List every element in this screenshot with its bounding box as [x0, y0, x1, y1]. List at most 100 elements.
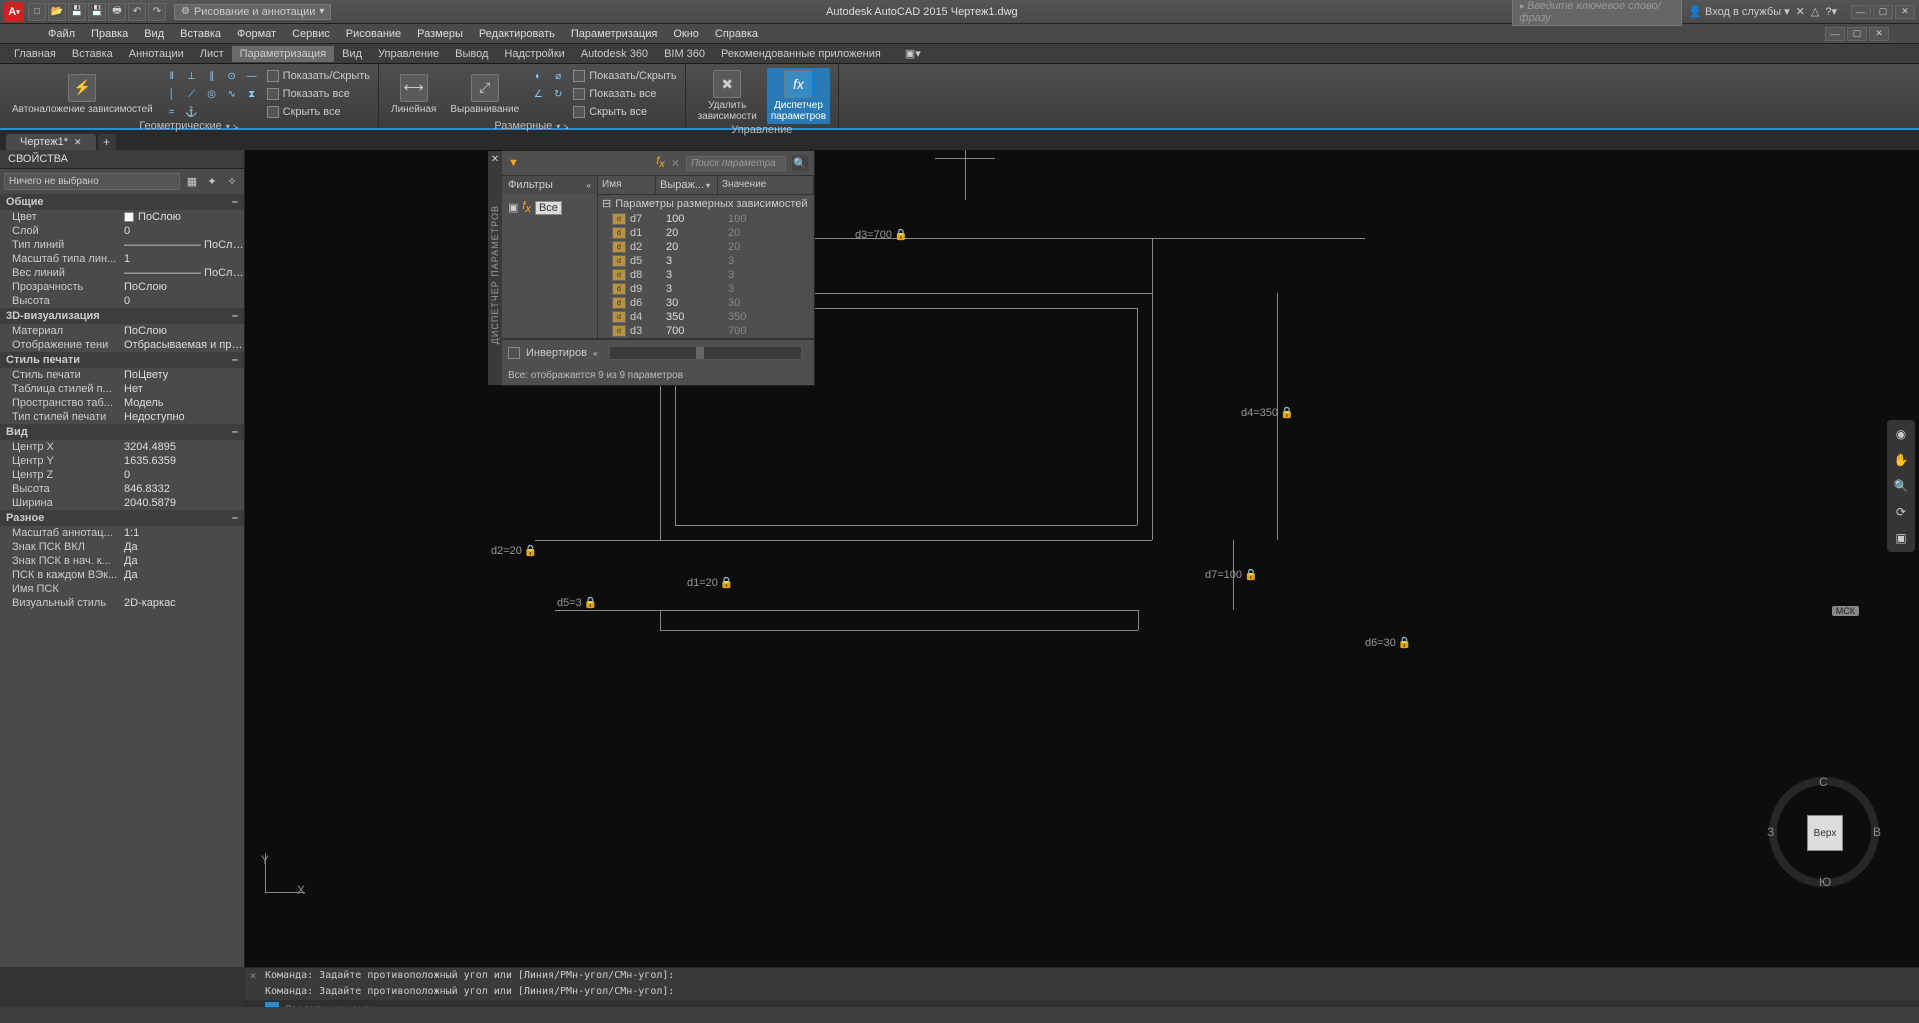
- viewcube-east[interactable]: В: [1873, 825, 1881, 839]
- ribbon-minimize-icon[interactable]: ▣▾: [897, 45, 929, 62]
- cmdline-close-icon[interactable]: ✕: [247, 970, 259, 982]
- ribbon-tab-manage[interactable]: Управление: [370, 46, 447, 62]
- props-row[interactable]: ПрозрачностьПоСлою: [0, 280, 244, 294]
- exchange-icon[interactable]: ✕: [1796, 5, 1805, 18]
- auto-constrain-button[interactable]: ⚡ Автоналожение зависимостей: [8, 68, 157, 120]
- parameters-manager-button[interactable]: fx Диспетчер параметров: [767, 68, 830, 124]
- search-icon[interactable]: 🔍: [792, 155, 808, 171]
- constraint-horizontal-icon[interactable]: —: [243, 68, 261, 84]
- nav-showmotion-icon[interactable]: ▣: [1891, 528, 1911, 548]
- props-row[interactable]: Имя ПСК: [0, 582, 244, 596]
- new-tab-button[interactable]: +: [98, 134, 116, 150]
- props-row[interactable]: Слой0: [0, 224, 244, 238]
- tree-collapse-icon[interactable]: ⊟: [602, 197, 611, 210]
- props-row[interactable]: ЦветПоСлою: [0, 210, 244, 224]
- dim-d4[interactable]: d4=350🔒: [1241, 406, 1294, 419]
- nav-orbit-icon[interactable]: ⟳: [1891, 502, 1911, 522]
- ribbon-tab-annotate[interactable]: Аннотации: [121, 46, 192, 62]
- props-value[interactable]: 2040.5879: [120, 497, 244, 509]
- qat-open-icon[interactable]: 📂: [48, 3, 66, 21]
- collapse-icon[interactable]: –: [232, 196, 238, 208]
- props-row[interactable]: Высота0: [0, 294, 244, 308]
- col-value-header[interactable]: Значение: [718, 176, 814, 194]
- props-row[interactable]: Визуальный стиль2D-каркас: [0, 596, 244, 610]
- param-expression[interactable]: 3: [666, 255, 728, 267]
- col-expr-header[interactable]: Выраж...▾: [656, 176, 718, 194]
- app-menu-button[interactable]: A▾: [4, 2, 24, 22]
- document-tab[interactable]: Чертеж1*✕: [6, 134, 96, 150]
- props-value[interactable]: [120, 583, 244, 595]
- props-value[interactable]: 0: [120, 295, 244, 307]
- props-row[interactable]: Знак ПСК ВКЛДа: [0, 540, 244, 554]
- collapse-icon[interactable]: –: [232, 426, 238, 438]
- constraint-perpendicular-icon[interactable]: ⊥: [183, 68, 201, 84]
- menu-dimension[interactable]: Размеры: [409, 26, 471, 42]
- qat-saveas-icon[interactable]: 💾: [88, 3, 106, 21]
- props-value[interactable]: 0: [120, 225, 244, 237]
- tree-expand-icon[interactable]: ▣: [508, 201, 518, 214]
- dim-d3[interactable]: d3=700🔒: [855, 228, 908, 241]
- props-value[interactable]: ПоСлою: [120, 325, 244, 337]
- param-row[interactable]: dd7100100: [598, 212, 814, 226]
- filter-all[interactable]: ▣ fx Все: [508, 198, 591, 217]
- props-value[interactable]: 0: [120, 469, 244, 481]
- props-row[interactable]: Знак ПСК в нач. к...Да: [0, 554, 244, 568]
- ribbon-tab-addins[interactable]: Надстройки: [496, 46, 572, 62]
- props-section-general[interactable]: Общие–: [0, 194, 244, 210]
- props-row[interactable]: МатериалПоСлою: [0, 324, 244, 338]
- ribbon-tab-view[interactable]: Вид: [334, 46, 370, 62]
- props-row[interactable]: Тип линий——————— ПоСлою: [0, 238, 244, 252]
- constraint-coincident-icon[interactable]: ‖: [163, 68, 181, 84]
- palette-close-icon[interactable]: ✕: [489, 153, 501, 165]
- props-row[interactable]: Вес линий——————— ПоСлою: [0, 266, 244, 280]
- fx-icon[interactable]: fx: [656, 155, 665, 170]
- qat-redo-icon[interactable]: ↷: [148, 3, 166, 21]
- param-group-dimensional[interactable]: ⊟Параметры размерных зависимостей: [598, 195, 814, 212]
- dim-radial-icon[interactable]: ◐: [529, 68, 547, 84]
- menu-format[interactable]: Формат: [229, 26, 284, 42]
- dim-hide-all-button[interactable]: Скрыть все: [573, 104, 676, 120]
- constraint-equal-icon[interactable]: =: [163, 104, 181, 120]
- constraint-tangent-icon[interactable]: ⊙: [223, 68, 241, 84]
- menu-edit[interactable]: Правка: [83, 26, 136, 42]
- props-row[interactable]: Таблица стилей п...Нет: [0, 382, 244, 396]
- ribbon-tab-layout[interactable]: Лист: [192, 46, 232, 62]
- invert-filter-label[interactable]: Инвертиров: [526, 347, 587, 359]
- props-row[interactable]: Пространство таб...Модель: [0, 396, 244, 410]
- param-expression[interactable]: 30: [666, 297, 728, 309]
- nav-pan-icon[interactable]: ✋: [1891, 450, 1911, 470]
- props-value[interactable]: 1635.6359: [120, 455, 244, 467]
- props-row[interactable]: Центр Y1635.6359: [0, 454, 244, 468]
- infocenter-search[interactable]: ▸ Введите ключевое слово/фразу: [1512, 0, 1682, 26]
- param-row[interactable]: dd12020: [598, 226, 814, 240]
- workspace-dropdown[interactable]: ⚙ Рисование и аннотации ▾: [174, 4, 331, 20]
- geom-hide-all-button[interactable]: Скрыть все: [267, 104, 370, 120]
- props-section-misc[interactable]: Разное–: [0, 510, 244, 526]
- props-row[interactable]: ПСК в каждом ВЭк...Да: [0, 568, 244, 582]
- props-section-viz3d[interactable]: 3D-визуализация–: [0, 308, 244, 324]
- restore-button[interactable]: ▢: [1873, 5, 1893, 19]
- constraint-parallel-icon[interactable]: ∥: [203, 68, 221, 84]
- props-section-view[interactable]: Вид–: [0, 424, 244, 440]
- param-expression[interactable]: 3: [666, 269, 728, 281]
- geom-show-hide-button[interactable]: Показать/Скрыть: [267, 68, 370, 84]
- param-expression[interactable]: 20: [666, 241, 728, 253]
- menu-window[interactable]: Окно: [665, 26, 707, 42]
- param-row[interactable]: dd63030: [598, 296, 814, 310]
- param-row[interactable]: dd22020: [598, 240, 814, 254]
- param-row[interactable]: dd533: [598, 254, 814, 268]
- close-icon[interactable]: ✕: [74, 137, 82, 148]
- dim-diameter-icon[interactable]: ⌀: [549, 68, 567, 84]
- help-icon[interactable]: ?▾: [1825, 5, 1837, 18]
- props-value[interactable]: 1:1: [120, 527, 244, 539]
- param-expression[interactable]: 700: [666, 325, 728, 337]
- ribbon-tab-parametric[interactable]: Параметризация: [232, 46, 334, 62]
- props-row[interactable]: Ширина2040.5879: [0, 496, 244, 510]
- collapse-icon[interactable]: «: [593, 349, 597, 358]
- props-row[interactable]: Масштаб аннотац...1:1: [0, 526, 244, 540]
- filter-funnel-icon[interactable]: ▼: [508, 157, 519, 169]
- drawing-canvas[interactable]: d3=700🔒 d9=3🔒 d8=3🔒 d4=350🔒 d2=20🔒 d1=20…: [245, 150, 1919, 967]
- props-row[interactable]: Масштаб типа лин...1: [0, 252, 244, 266]
- props-row[interactable]: Центр X3204.4895: [0, 440, 244, 454]
- param-row[interactable]: dd933: [598, 282, 814, 296]
